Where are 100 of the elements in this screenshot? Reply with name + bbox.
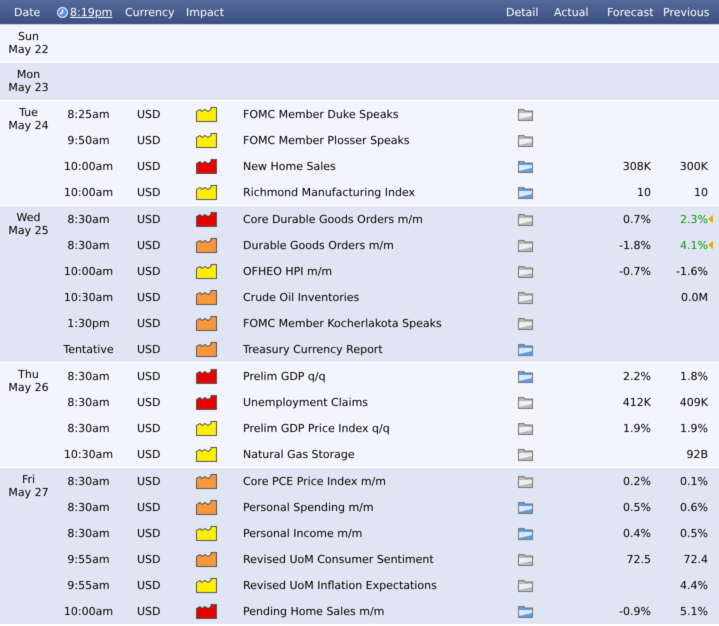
weekday-label: Wed [16,211,42,224]
folder-icon[interactable] [518,316,532,330]
folder-icon[interactable] [518,108,532,120]
previous-cell: 1.8% [680,370,708,382]
previous-cell: 0.5% [680,526,708,540]
forecast-cell-text: 308K [622,160,652,172]
time-cell-text: 8:30am [66,422,111,434]
event-title[interactable]: Revised UoM Inflation Expectations [227,578,500,592]
weekday-label: Thu [17,368,40,381]
event-title[interactable]: Natural Gas Storage [227,448,500,460]
time-cell-text: 8:30am [66,526,111,540]
currency-cell-text: USD [136,134,162,146]
date-label: May 25 [7,224,50,237]
folder-icon[interactable] [518,342,532,356]
event-title[interactable]: FOMC Member Duke Speaks [227,108,500,120]
folder-icon[interactable] [518,238,532,252]
time-cell-text: 10:00am [62,604,114,618]
event-title[interactable]: Pending Home Sales m/m [227,604,500,618]
currency-cell-text: USD [136,160,162,172]
time-cell-text: 8:30am [66,396,111,408]
forecast-cell-text: -0.9% [618,604,652,618]
previous-cell: 0.6% [680,500,708,514]
time-cell-text: 1:30pm [66,316,111,330]
time-cell-text: 10:30am [62,290,114,304]
currency-cell-text: USD [136,578,162,592]
previous-cell: 300K [680,160,708,172]
folder-icon[interactable] [518,422,532,434]
folder-icon[interactable] [518,290,532,304]
folder-icon[interactable] [518,448,532,460]
time-cell-text: Tentative [62,342,115,356]
event-title[interactable]: Prelim GDP q/q [227,370,500,382]
currency-cell-text: USD [136,186,162,198]
column-header: Previous [663,6,710,18]
folder-icon[interactable] [518,264,532,278]
currency-cell-text: USD [136,474,162,488]
folder-icon[interactable] [518,526,532,540]
folder-icon[interactable] [518,134,532,146]
event-title[interactable]: Treasury Currency Report [227,342,500,356]
event-title[interactable]: Durable Goods Orders m/m [227,238,500,252]
column-header: Forecast [607,6,655,18]
event-title[interactable]: Prelim GDP Price Index q/q [227,422,500,434]
event-title[interactable]: Unemployment Claims [227,396,500,408]
currency-cell-text: USD [136,212,162,226]
time-cell-text: 8:25am [66,108,111,120]
column-header: Detail [506,6,540,18]
folder-icon[interactable] [518,474,532,488]
folder-icon[interactable] [518,186,532,198]
event-title[interactable]: OFHEO HPI m/m [227,264,500,278]
currency-cell-text: USD [136,500,162,514]
revised-marker-icon [708,241,713,249]
column-header: Currency [125,6,176,18]
column-header: Impact [186,6,226,18]
event-title[interactable]: Revised UoM Consumer Sentiment [227,552,500,566]
time-cell-text: 8:30am [66,500,111,514]
column-header: Date [13,6,42,18]
event-title[interactable]: FOMC Member Plosser Speaks [227,134,500,146]
previous-cell: 72.4 [684,552,708,566]
folder-icon[interactable] [518,578,532,592]
time-cell-text: 8:30am [66,370,111,382]
event-title[interactable]: Richmond Manufacturing Index [227,186,500,198]
date-label: May 23 [7,81,50,94]
folder-icon[interactable] [518,552,532,566]
time-cell-text: 10:00am [62,186,114,198]
forecast-cell-text: -0.7% [618,264,652,278]
currency-cell-text: USD [136,448,162,460]
time-link[interactable]: 8:19pm [70,6,112,18]
event-title[interactable]: Core Durable Goods Orders m/m [227,212,500,226]
weekday-label: Fri [20,473,36,486]
forecast-cell-text: 72.5 [626,552,652,566]
currency-cell-text: USD [136,238,162,252]
event-title[interactable]: Core PCE Price Index m/m [227,474,500,488]
forecast-cell-text: 0.7% [622,212,652,226]
time-cell-text: 9:55am [66,578,111,592]
time-cell-text: 9:55am [66,552,111,566]
forecast-cell-text: -1.8% [618,238,652,252]
forecast-cell-text: 0.4% [622,526,652,540]
currency-cell-text: USD [136,604,162,618]
time-cell-text: 9:50am [66,134,111,146]
forecast-cell-text: 412K [622,396,652,408]
column-header: Actual [554,6,590,18]
date-label: May 22 [7,43,50,56]
folder-icon[interactable] [518,396,532,408]
time-cell-text: 10:30am [62,448,114,460]
event-title[interactable]: Crude Oil Inventories [227,290,500,304]
clock-icon [57,6,68,18]
forecast-cell-text: 10 [636,186,652,198]
folder-icon[interactable] [518,604,532,618]
event-title[interactable]: FOMC Member Kocherlakota Speaks [227,316,500,330]
currency-cell-text: USD [136,316,162,330]
event-title[interactable]: Personal Spending m/m [227,500,500,514]
folder-icon[interactable] [518,500,532,514]
currency-cell-text: USD [136,552,162,566]
time-cell-text: 10:00am [62,160,114,172]
folder-icon[interactable] [518,212,532,226]
event-title[interactable]: New Home Sales [227,160,500,172]
weekday-label: Sun [17,30,40,43]
folder-icon[interactable] [518,370,532,382]
folder-icon[interactable] [518,160,532,172]
event-title[interactable]: Personal Income m/m [227,526,500,540]
time-cell-text: 8:30am [66,212,111,226]
